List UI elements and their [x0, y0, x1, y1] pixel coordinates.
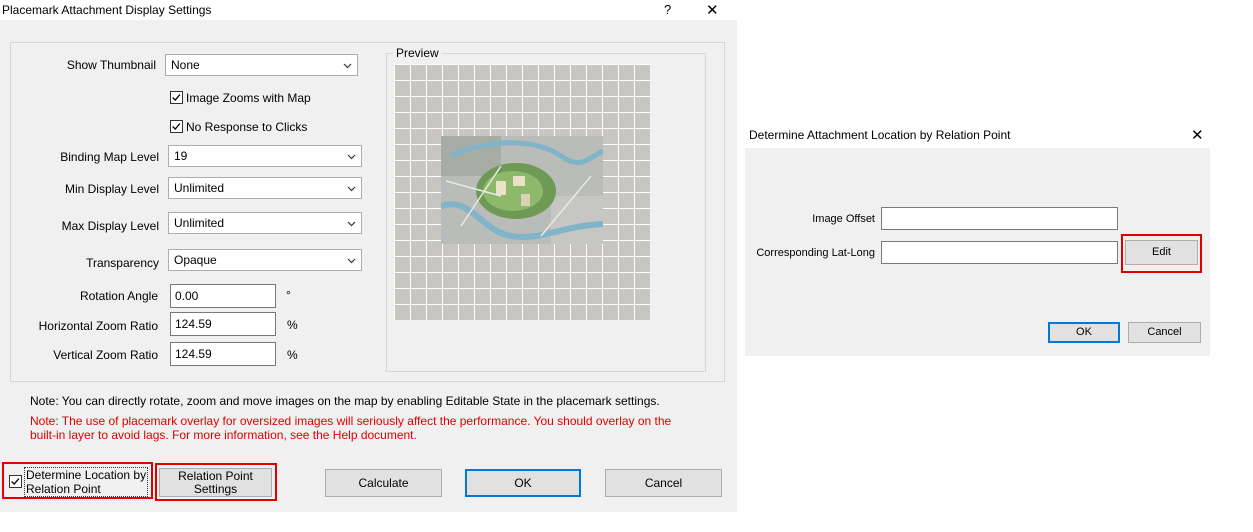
horizontal-zoom-input[interactable]: 124.59 [170, 312, 276, 336]
chevron-down-icon [347, 221, 356, 227]
vertical-zoom-unit: % [287, 348, 298, 362]
close-icon[interactable]: ✕ [706, 1, 719, 19]
show-thumbnail-label: Show Thumbnail [66, 58, 156, 72]
image-zooms-label: Image Zooms with Map [186, 91, 311, 105]
chevron-down-icon [347, 186, 356, 192]
calculate-button[interactable]: Calculate [325, 469, 442, 497]
preview-label: Preview [393, 46, 442, 60]
determine-location-label: Determine Location by Relation Point [24, 467, 149, 497]
thumbnail-image [441, 136, 603, 244]
note-editable-state: Note: You can directly rotate, zoom and … [30, 394, 660, 408]
image-zooms-checkbox[interactable] [170, 91, 183, 104]
relation-cancel-button[interactable]: Cancel [1128, 322, 1201, 343]
note-performance-line1: Note: The use of placemark overlay for o… [30, 414, 672, 428]
relation-point-line1: Relation Point [178, 468, 253, 483]
min-display-level-select[interactable]: Unlimited [168, 177, 362, 199]
placemark-settings-dialog: Placemark Attachment Display Settings ? … [0, 0, 737, 532]
chevron-down-icon [343, 63, 352, 69]
relation-ok-button[interactable]: OK [1048, 322, 1120, 343]
rotation-angle-unit: ° [286, 288, 291, 302]
lat-long-label: Corresponding Lat-Long [756, 247, 875, 259]
rotation-angle-label: Rotation Angle [79, 289, 158, 303]
close-icon[interactable]: ✕ [1191, 126, 1204, 144]
dialog-title: Placemark Attachment Display Settings [2, 3, 212, 17]
help-button[interactable]: ? [664, 2, 671, 17]
relation-dialog-title: Determine Attachment Location by Relatio… [749, 128, 1011, 142]
binding-map-level-select[interactable]: 19 [168, 145, 362, 167]
chevron-down-icon [347, 258, 356, 264]
transparency-label: Transparency [86, 256, 159, 270]
vertical-zoom-label: Vertical Zoom Ratio [53, 348, 158, 362]
relation-point-line2: Settings [193, 481, 238, 496]
horizontal-zoom-label: Horizontal Zoom Ratio [38, 319, 158, 333]
min-display-level-value: Unlimited [174, 181, 225, 195]
show-thumbnail-value: None [171, 58, 200, 72]
show-thumbnail-select[interactable]: None [165, 54, 358, 76]
max-display-level-select[interactable]: Unlimited [168, 212, 362, 234]
relation-point-settings-button[interactable]: Relation Point Settings [159, 468, 272, 497]
relation-point-dialog: Determine Attachment Location by Relatio… [745, 124, 1210, 356]
cancel-button[interactable]: Cancel [605, 469, 722, 497]
image-offset-label: Image Offset [812, 213, 875, 225]
binding-map-level-label: Binding Map Level [60, 150, 159, 164]
min-display-level-label: Min Display Level [64, 182, 159, 196]
determine-location-line1: Determine Location by [26, 468, 147, 482]
transparency-value: Opaque [174, 253, 217, 267]
max-display-level-label: Max Display Level [61, 219, 159, 233]
checkmark-icon [172, 94, 181, 101]
vertical-zoom-input[interactable]: 124.59 [170, 342, 276, 366]
checkmark-icon [11, 478, 20, 485]
ok-button[interactable]: OK [465, 469, 581, 497]
no-response-checkbox[interactable] [170, 120, 183, 133]
max-display-level-value: Unlimited [174, 216, 225, 230]
edit-button[interactable]: Edit [1125, 240, 1198, 265]
checkmark-icon [172, 123, 181, 130]
transparency-select[interactable]: Opaque [168, 249, 362, 271]
determine-location-line2: Relation Point [26, 482, 101, 496]
chevron-down-icon [347, 154, 356, 160]
no-response-label: No Response to Clicks [186, 120, 308, 134]
note-performance-line2: built-in layer to avoid lags. For more i… [30, 428, 417, 442]
binding-map-level-value: 19 [174, 149, 188, 163]
horizontal-zoom-unit: % [287, 318, 298, 332]
determine-location-checkbox[interactable] [9, 475, 22, 488]
lat-long-input[interactable] [881, 241, 1118, 264]
rotation-angle-input[interactable]: 0.00 [170, 284, 276, 308]
image-offset-input[interactable] [881, 207, 1118, 230]
